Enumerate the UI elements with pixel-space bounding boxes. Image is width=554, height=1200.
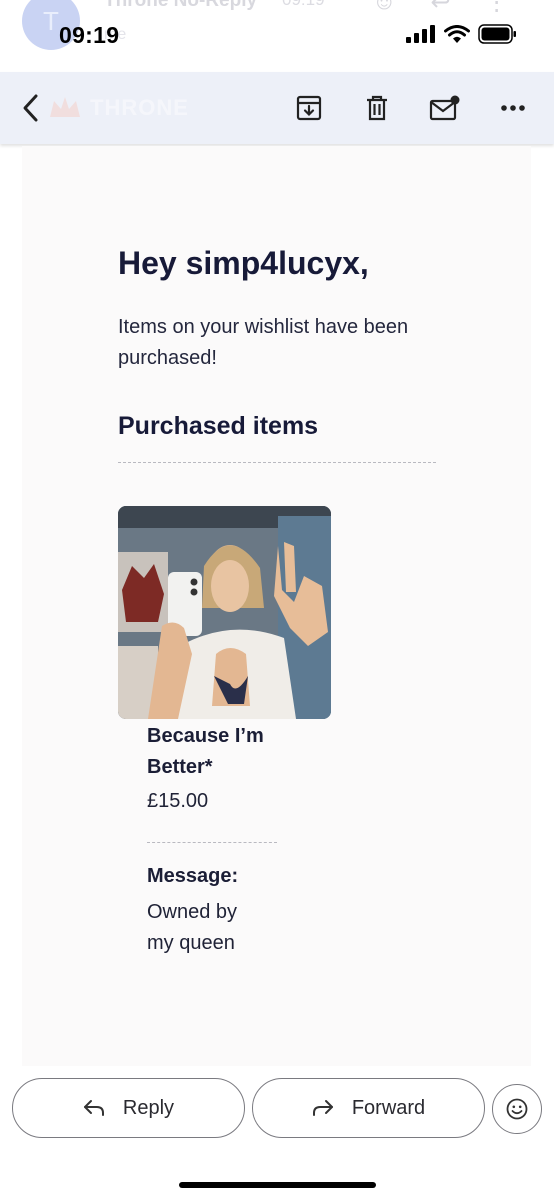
emoji-react-button[interactable]: [492, 1084, 542, 1134]
product-name: Because I’m Better*: [147, 725, 264, 778]
intro-text: Items on your wishlist have been purchas…: [118, 316, 409, 369]
wifi-icon: [444, 24, 470, 43]
more-options-button[interactable]: [496, 92, 530, 124]
smiley-icon: [506, 1098, 528, 1120]
trash-icon: [367, 95, 387, 121]
mark-unread-icon: [429, 95, 460, 121]
message-label: Message:: [147, 865, 239, 887]
more-horizontal-icon: [501, 105, 525, 111]
forward-icon: [312, 1100, 333, 1116]
home-indicator[interactable]: [179, 1182, 376, 1188]
email-body: Hey simp4lucyx, Items on your wishlist h…: [22, 146, 531, 1066]
product-price: £15.00: [147, 790, 209, 812]
reply-button[interactable]: Reply: [12, 1078, 245, 1138]
sent-time: 09:19: [282, 0, 325, 10]
product-image[interactable]: [118, 506, 331, 719]
battery-icon: [478, 24, 516, 44]
section-divider: [118, 462, 436, 463]
purchased-items-title: Purchased items: [118, 412, 319, 440]
reply-label: Reply: [122, 1096, 175, 1119]
brand-name: THRONE: [90, 95, 189, 120]
archive-button[interactable]: [292, 92, 326, 124]
forward-label: Forward: [351, 1096, 426, 1119]
delete-button[interactable]: [360, 92, 394, 124]
item-divider: [147, 842, 277, 843]
email-toolbar: THRONE: [0, 72, 554, 144]
throne-logo: THRONE: [48, 92, 189, 124]
chevron-left-icon: [23, 94, 38, 122]
forward-button[interactable]: Forward: [252, 1078, 485, 1138]
mark-unread-button[interactable]: [428, 92, 462, 124]
sender-name: Throne No-Reply: [104, 0, 258, 11]
crown-logo-icon: [50, 97, 80, 117]
cellular-signal-icon: [406, 25, 435, 43]
product-photo: [118, 506, 331, 719]
status-bar: 09:19: [0, 12, 554, 58]
status-icons: [406, 24, 518, 44]
greeting-heading: Hey simp4lucyx,: [118, 245, 369, 281]
reply-icon: [83, 1100, 104, 1116]
back-button[interactable]: [18, 92, 46, 124]
status-time: 09:19: [59, 22, 120, 48]
message-text: Owned by my queen: [147, 901, 238, 954]
archive-icon: [296, 95, 322, 121]
